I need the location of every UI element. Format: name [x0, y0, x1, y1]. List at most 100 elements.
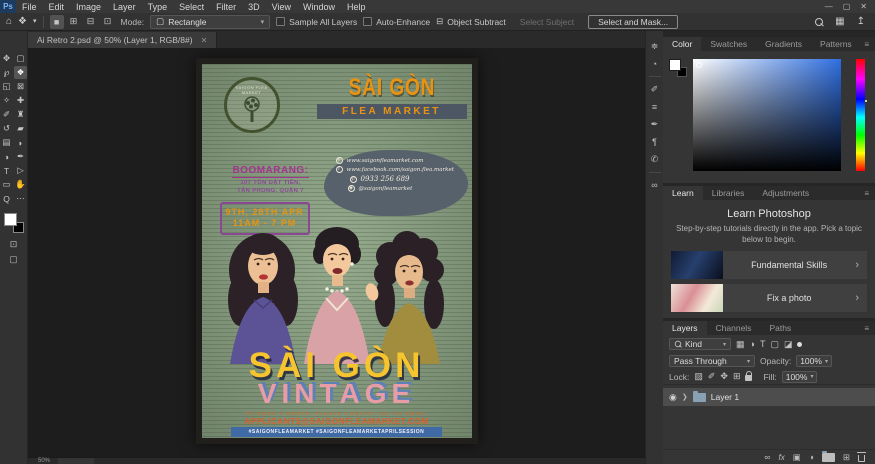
new-selection-icon[interactable]: ■ — [49, 14, 64, 29]
menu-image[interactable]: Image — [70, 2, 107, 12]
tab-channels[interactable]: Channels — [707, 321, 761, 335]
saturation-brightness-field[interactable] — [693, 59, 841, 171]
add-to-selection-icon[interactable]: ⊞ — [67, 15, 81, 29]
learn-card-fix-a-photo[interactable]: Fix a photo › — [671, 283, 867, 312]
tab-libraries[interactable]: Libraries — [703, 186, 754, 200]
brush-tool-icon[interactable]: ✐ — [0, 108, 13, 121]
adjustment-layer-icon[interactable]: ◑ — [809, 452, 814, 462]
paths-panel-icon[interactable]: ✒ — [651, 119, 659, 130]
move-tool-icon[interactable]: ✥ — [0, 52, 13, 65]
layer-row-layer-1[interactable]: ◉ ❯ Layer 1 — [663, 388, 875, 406]
path-selection-tool-icon[interactable]: ▷ — [14, 164, 27, 177]
menu-type[interactable]: Type — [142, 2, 174, 12]
comments-panel-icon[interactable]: ✆ — [651, 154, 659, 165]
intersect-selection-icon[interactable]: ⊡ — [101, 15, 115, 29]
home-icon[interactable]: ⌂ — [6, 16, 12, 27]
menu-view[interactable]: View — [266, 2, 297, 12]
filter-pixel-icon[interactable]: ▦ — [736, 339, 745, 350]
new-group-icon[interactable] — [821, 450, 835, 462]
type-tool-icon[interactable]: T — [0, 164, 13, 177]
subtract-from-selection-icon[interactable]: ⊟ — [84, 15, 98, 29]
crop-tool-icon[interactable]: ◱ — [0, 80, 13, 93]
tab-learn[interactable]: Learn — [663, 186, 703, 200]
close-icon[interactable]: ✕ — [860, 2, 867, 11]
lock-transparency-icon[interactable]: ▨ — [694, 371, 703, 382]
filter-smart-object-icon[interactable]: ◪ — [784, 339, 793, 350]
filter-toggle-icon[interactable] — [797, 341, 803, 347]
lock-artboard-icon[interactable]: ⊞ — [733, 371, 741, 382]
maximize-icon[interactable]: ▢ — [843, 2, 851, 11]
screen-mode-icon[interactable]: ▢ — [9, 254, 18, 265]
tab-gradients[interactable]: Gradients — [756, 37, 811, 51]
edit-toolbar-icon[interactable]: ⋯ — [14, 192, 27, 205]
lasso-tool-icon[interactable]: ℘ — [0, 66, 13, 79]
link-layers-icon[interactable]: ∞ — [764, 452, 770, 462]
active-tool-icon[interactable]: ❖ — [18, 16, 27, 27]
layer-effects-icon[interactable]: fx — [778, 453, 784, 462]
panel-menu-icon[interactable]: ≡ — [864, 37, 875, 51]
fill-value-box[interactable]: 100% ▾ — [781, 370, 818, 383]
learn-card-fundamental-skills[interactable]: Fundamental Skills › — [671, 250, 867, 279]
delete-layer-icon[interactable] — [857, 452, 866, 462]
lock-pixels-icon[interactable]: ✐ — [708, 371, 716, 382]
hue-slider-marker[interactable] — [864, 99, 868, 103]
document-tab[interactable]: Ai Retro 2.psd @ 50% (Layer 1, RGB/8#) ✕ — [28, 32, 218, 48]
properties-panel-icon[interactable]: ≑ — [651, 41, 659, 52]
healing-brush-tool-icon[interactable]: ✚ — [14, 94, 27, 107]
history-brush-tool-icon[interactable]: ↺ — [0, 122, 13, 135]
menu-help[interactable]: Help — [341, 2, 372, 12]
zoom-level[interactable]: 50% — [38, 458, 50, 464]
tab-paths[interactable]: Paths — [760, 321, 800, 335]
marquee-tool-icon[interactable]: ▢ — [14, 52, 27, 65]
tool-preset-caret-icon[interactable]: ▾ — [33, 18, 37, 25]
menu-file[interactable]: File — [16, 2, 43, 12]
group-expander-icon[interactable]: ❯ — [682, 393, 688, 401]
dodge-tool-icon[interactable]: ◑ — [0, 150, 13, 163]
tab-patterns[interactable]: Patterns — [811, 37, 861, 51]
sample-all-layers-checkbox[interactable]: Sample All Layers — [276, 17, 357, 27]
menu-filter[interactable]: Filter — [210, 2, 242, 12]
minimize-icon[interactable]: — — [825, 2, 833, 11]
lock-position-icon[interactable]: ✥ — [720, 371, 728, 382]
object-subtract-toggle[interactable]: ⊟ Object Subtract — [436, 16, 506, 27]
rectangle-tool-icon[interactable]: ▭ — [0, 178, 13, 191]
tab-adjustments[interactable]: Adjustments — [753, 186, 818, 200]
layer-mask-icon[interactable]: ▣ — [793, 452, 801, 463]
auto-enhance-checkbox[interactable]: Auto-Enhance — [363, 17, 430, 27]
mode-dropdown[interactable]: ▢ Rectangle ▾ — [150, 14, 271, 29]
workspace-layout-icon[interactable]: ▦ — [835, 16, 844, 27]
filter-shape-icon[interactable]: ▢ — [770, 339, 779, 350]
eraser-tool-icon[interactable]: ▰ — [14, 122, 27, 135]
menu-layer[interactable]: Layer — [107, 2, 142, 12]
object-selection-tool-icon[interactable]: ❖ — [14, 66, 27, 79]
menu-window[interactable]: Window — [297, 2, 341, 12]
zoom-tool-icon[interactable]: Q — [0, 192, 13, 205]
lock-all-icon[interactable] — [745, 371, 753, 381]
share-icon[interactable]: ↥ — [857, 16, 865, 27]
tab-close-icon[interactable]: ✕ — [201, 36, 208, 45]
blend-mode-dropdown[interactable]: Pass Through ▾ — [669, 355, 755, 367]
select-and-mask-button[interactable]: Select and Mask... — [588, 14, 679, 29]
foreground-color-swatch[interactable] — [669, 59, 681, 71]
tab-layers[interactable]: Layers — [663, 321, 707, 335]
panel-menu-icon[interactable]: ≡ — [864, 186, 875, 200]
panel-menu-icon[interactable]: ≡ — [864, 321, 875, 335]
libraries-panel-icon[interactable]: ∞ — [651, 180, 657, 190]
clone-stamp-tool-icon[interactable]: ♜ — [14, 108, 27, 121]
adjustments-panel-icon[interactable]: ≡ — [652, 102, 657, 112]
color-field-marker[interactable] — [696, 62, 702, 68]
menu-3d[interactable]: 3D — [242, 2, 266, 12]
layer-filter-dropdown[interactable]: Kind ▾ — [669, 338, 731, 350]
visibility-eye-icon[interactable]: ◉ — [669, 392, 677, 403]
menu-edit[interactable]: Edit — [43, 2, 71, 12]
filter-type-icon[interactable]: T — [760, 339, 766, 349]
hue-slider[interactable] — [856, 59, 865, 171]
tab-color[interactable]: Color — [663, 37, 702, 51]
tab-swatches[interactable]: Swatches — [701, 37, 756, 51]
hand-tool-icon[interactable]: ✋ — [14, 178, 27, 191]
eyedropper-tool-icon[interactable]: ✧ — [0, 94, 13, 107]
menu-select[interactable]: Select — [173, 2, 210, 12]
quick-mask-icon[interactable]: ⊡ — [10, 239, 18, 250]
foreground-color-swatch[interactable] — [3, 213, 17, 226]
new-layer-icon[interactable]: ⊞ — [843, 452, 850, 463]
